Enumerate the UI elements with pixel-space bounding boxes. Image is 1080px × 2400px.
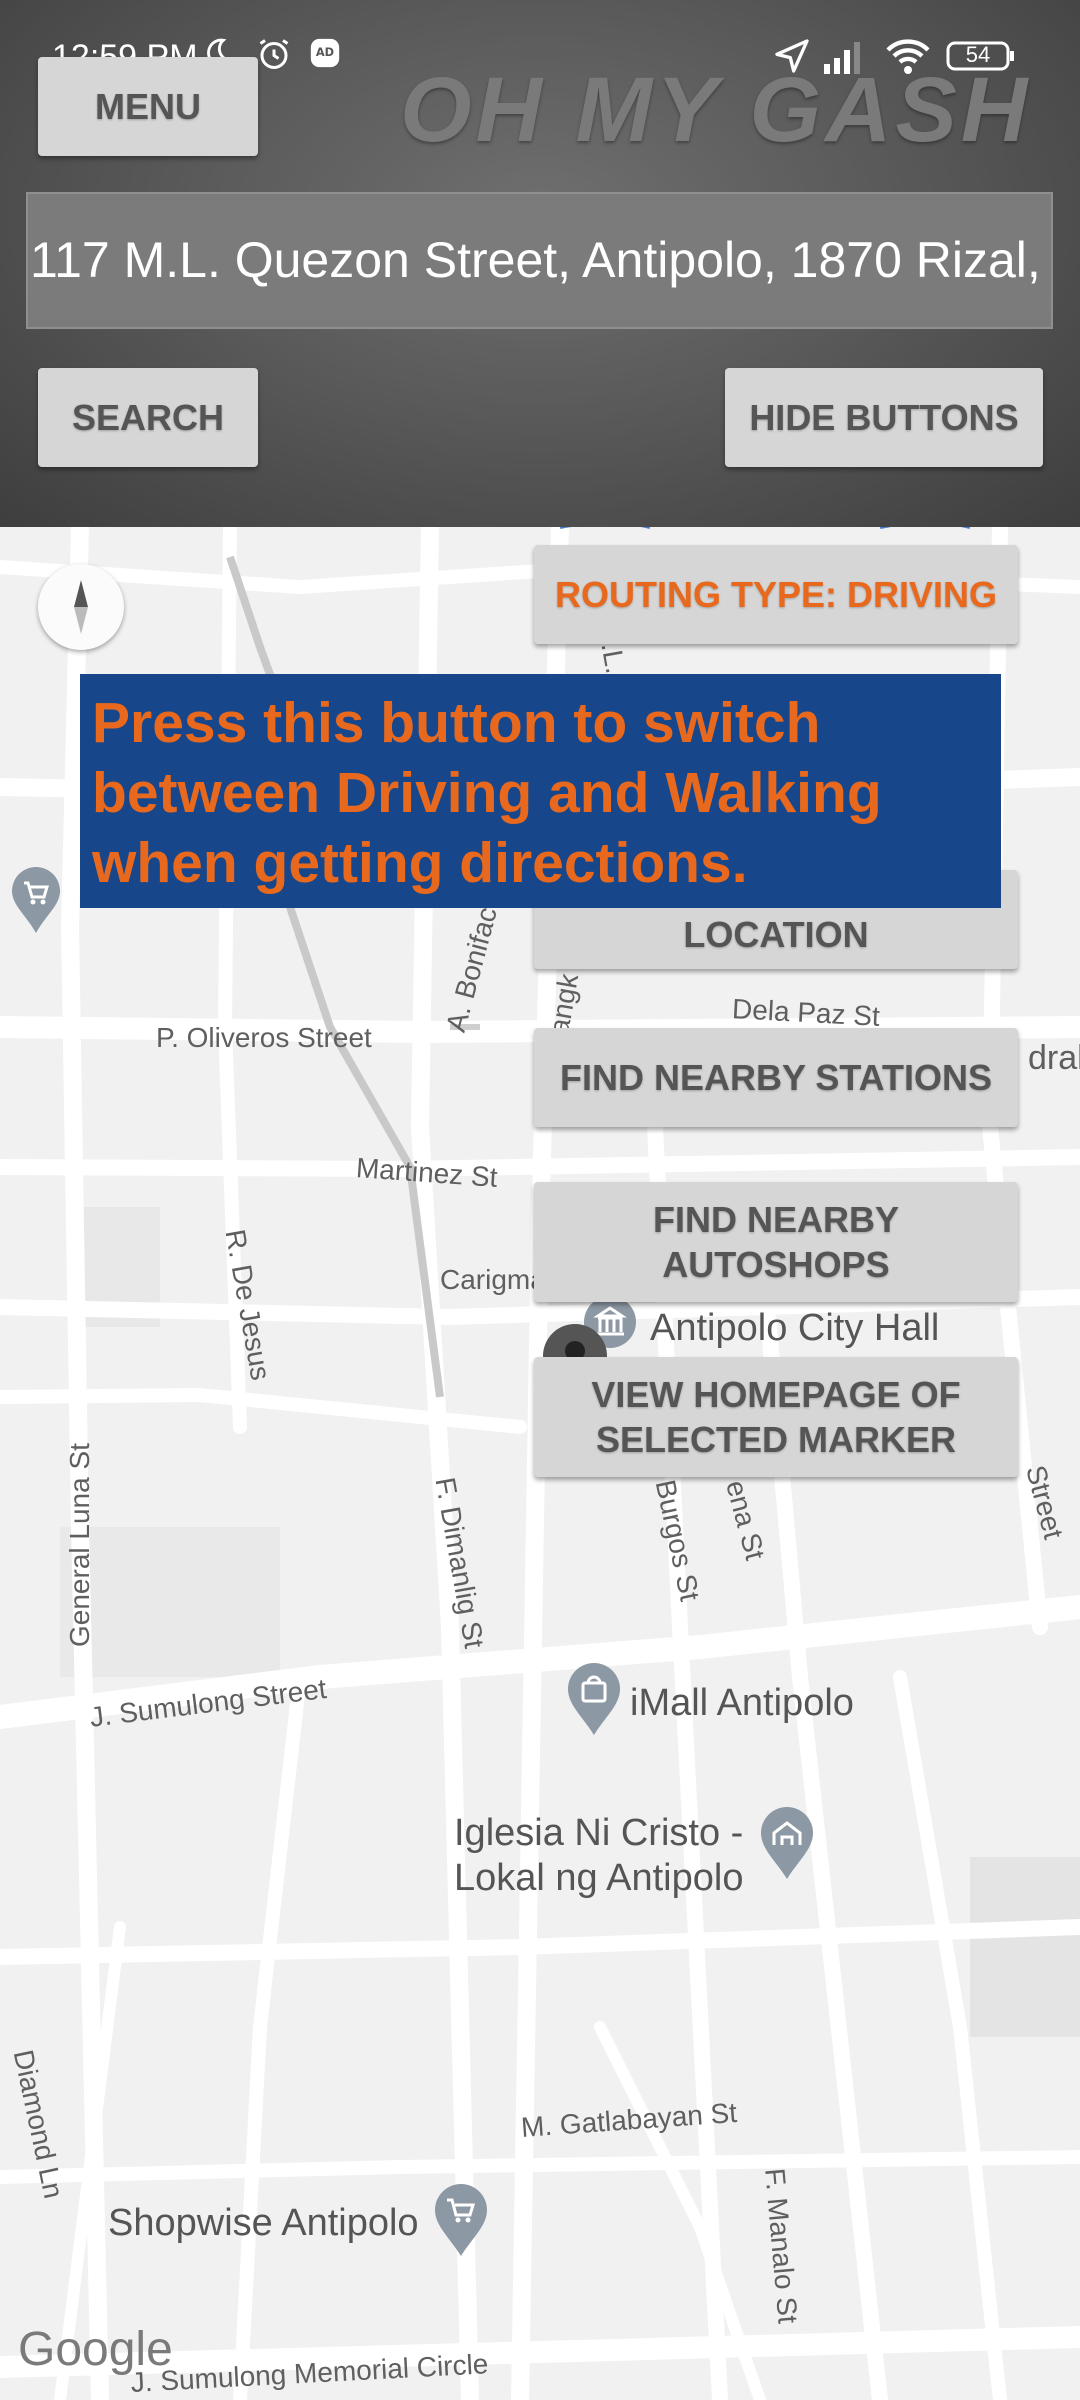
alarm-icon (256, 36, 292, 77)
find-nearby-stations-button[interactable]: FIND NEARBY STATIONS (534, 1028, 1018, 1127)
street-label-p-oliveros: P. Oliveros Street (156, 1022, 372, 1053)
search-button[interactable]: SEARCH (38, 368, 258, 467)
poi-label-imall[interactable]: iMall Antipolo (630, 1682, 854, 1725)
poi-label-iglesia-line1[interactable]: Iglesia Ni Cristo - (454, 1812, 743, 1855)
routing-type-button[interactable]: ROUTING TYPE: DRIVING (534, 545, 1018, 644)
app-title: OH MY GASH (400, 59, 1032, 161)
find-nearby-autoshops-button[interactable]: FIND NEARBY AUTOSHOPS (534, 1182, 1018, 1302)
svg-text:AD: AD (316, 45, 334, 59)
street-label-carigma: Carigma (440, 1264, 546, 1295)
poi-label-iglesia-line2[interactable]: Lokal ng Antipolo (454, 1857, 743, 1900)
menu-button[interactable]: MENU (38, 57, 258, 156)
adblock-icon: AD (308, 36, 342, 75)
poi-label-city-hall[interactable]: Antipolo City Hall (650, 1307, 939, 1350)
street-label-general-luna: General Luna St (64, 1443, 95, 1647)
routing-tooltip: Press this button to switch between Driv… (80, 674, 1001, 908)
view-homepage-button[interactable]: VIEW HOMEPAGE OF SELECTED MARKER (534, 1357, 1018, 1477)
address-input[interactable]: 117 M.L. Quezon Street, Antipolo, 1870 R… (26, 192, 1053, 329)
street-label-cathedral-partial: dral (1028, 1039, 1080, 1077)
google-logo: Google (18, 2323, 173, 2376)
poi-label-shopwise[interactable]: Shopwise Antipolo (108, 2202, 419, 2245)
compass-icon[interactable] (38, 564, 124, 650)
app-header: 12:59 PM AD 54 OH MY GASH MENU 117 M.L. … (0, 0, 1080, 527)
hide-buttons-button[interactable]: HIDE BUTTONS (725, 368, 1043, 467)
